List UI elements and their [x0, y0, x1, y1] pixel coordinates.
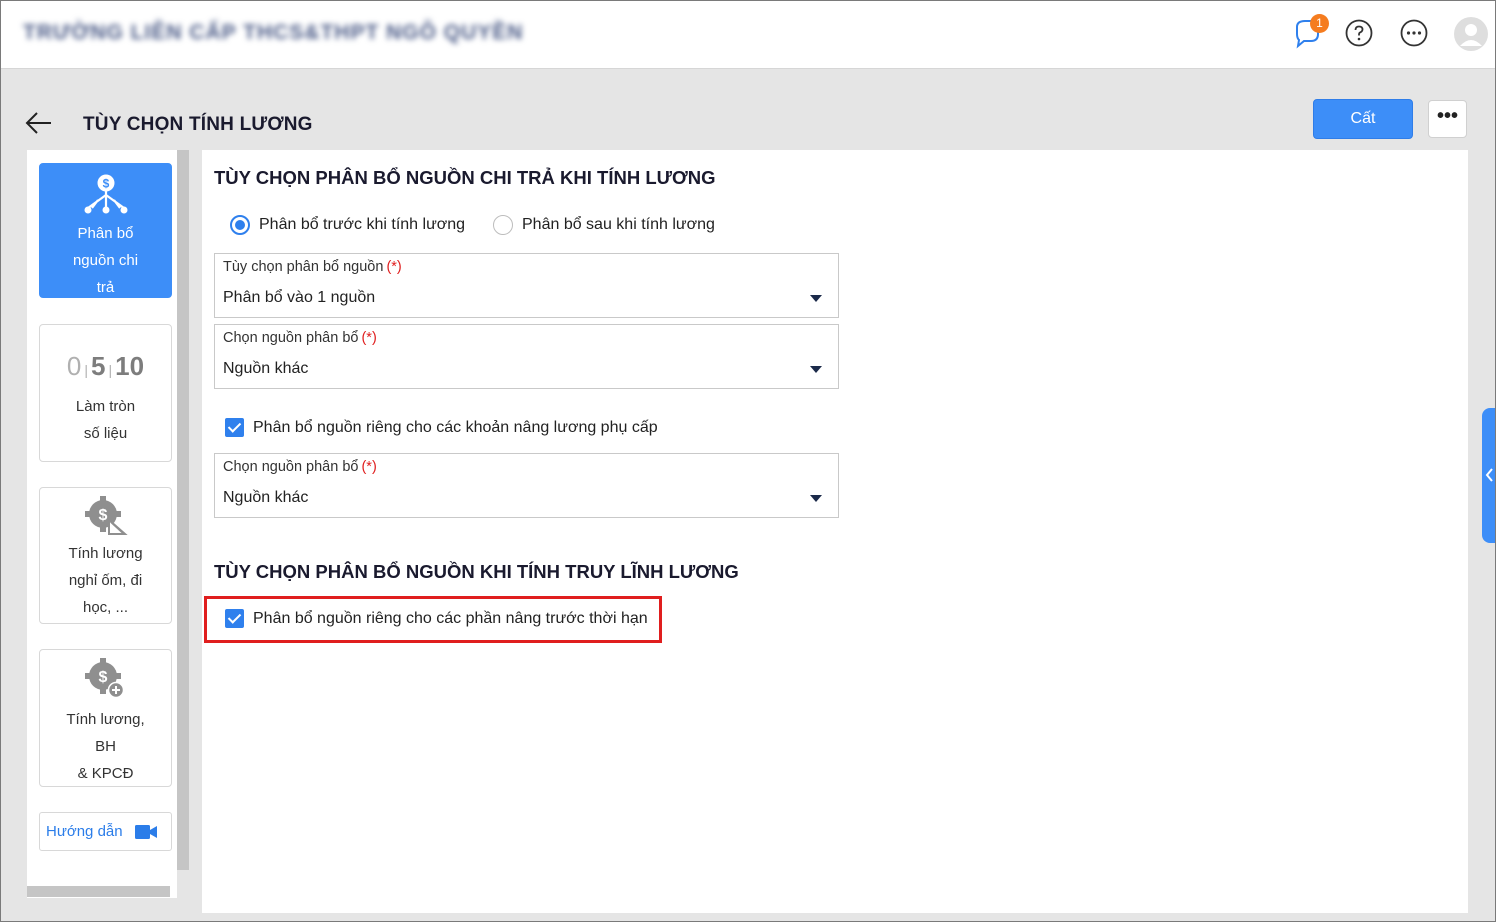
section-title-allocation: TÙY CHỌN PHÂN BỔ NGUỒN CHI TRẢ KHI TÍNH …: [214, 167, 716, 188]
chevron-left-icon: [1485, 468, 1493, 482]
save-button[interactable]: Cất: [1313, 99, 1413, 139]
section-title-back-pay: TÙY CHỌN PHÂN BỔ NGUỒN KHI TÍNH TRUY LĨN…: [214, 561, 739, 582]
chevron-down-icon[interactable]: [810, 495, 822, 502]
salary-insurance-icon: $: [84, 658, 124, 699]
guide-label: Hướng dẫn: [46, 823, 123, 840]
chevron-down-icon[interactable]: [810, 295, 822, 302]
top-bar: TRƯỜNG LIÊN CẤP THCS&THPT NGÔ QUYỀN 1: [1, 1, 1495, 69]
rounding-icon: 0 | 5 | 10: [66, 351, 145, 381]
sidebar-item-rounding[interactable]: 0 | 5 | 10 Làm tròn số liệu: [39, 324, 172, 462]
more-options-button[interactable]: •••: [1428, 100, 1467, 138]
salary-settings-icon: $: [84, 496, 128, 535]
field-value: Phân bổ vào 1 nguồn: [223, 289, 376, 306]
radio-allocate-after[interactable]: Phân bổ sau khi tính lương: [493, 215, 715, 235]
early-raise-checkbox[interactable]: Phân bổ nguồn riêng cho các phần nâng tr…: [225, 609, 648, 628]
allowance-source-select[interactable]: Chọn nguồn phân bổ (*) Nguồn khác: [214, 453, 839, 518]
back-arrow-icon[interactable]: [25, 110, 53, 136]
field-label: Tùy chọn phân bổ nguồn (*): [223, 259, 402, 275]
field-label: Chọn nguồn phân bổ (*): [223, 459, 377, 475]
field-value: Nguồn khác: [223, 360, 309, 377]
allocation-source-select[interactable]: Chọn nguồn phân bổ (*) Nguồn khác: [214, 324, 839, 389]
sidebar-horizontal-scrollbar[interactable]: [27, 886, 170, 897]
video-camera-icon: [135, 825, 157, 839]
sidebar-scrollbar[interactable]: [177, 150, 189, 870]
sidebar-item-label: Làm tròn số liệu: [75, 398, 136, 442]
svg-text:$: $: [98, 507, 107, 524]
radio-allocate-before[interactable]: Phân bổ trước khi tính lương: [230, 215, 465, 235]
chevron-down-icon[interactable]: [810, 366, 822, 373]
svg-text:$: $: [102, 177, 109, 191]
checkbox-checked-icon[interactable]: [225, 418, 244, 437]
checkbox-label: Phân bổ nguồn riêng cho các khoản nâng l…: [253, 418, 658, 436]
guide-button[interactable]: Hướng dẫn: [39, 812, 172, 851]
allocation-option-select[interactable]: Tùy chọn phân bổ nguồn (*) Phân bổ vào 1 …: [214, 253, 839, 318]
radio-label: Phân bổ trước khi tính lương: [259, 216, 466, 233]
radio-button-selected[interactable]: [230, 215, 250, 235]
sidebar-item-salary-insurance[interactable]: $ Tính lương, BH & KPCĐ: [39, 649, 172, 787]
user-avatar-icon[interactable]: [1453, 16, 1489, 52]
more-horizontal-icon[interactable]: [1398, 17, 1430, 49]
fund-allocation-icon: $: [84, 174, 127, 214]
sidebar-item-label: Tính lương nghỉ ốm, đi học, ...: [68, 545, 143, 616]
collapse-panel-tab[interactable]: [1482, 408, 1496, 543]
checkbox-label: Phân bổ nguồn riêng cho các phần nâng tr…: [253, 609, 648, 627]
sidebar-item-fund-allocation[interactable]: $ Phân bổ nguồn chi trả: [39, 163, 172, 298]
separate-allowance-checkbox[interactable]: Phân bổ nguồn riêng cho các khoản nâng l…: [225, 418, 658, 437]
sidebar-item-sick-leave-salary[interactable]: $ Tính lương nghỉ ốm, đi học, ...: [39, 487, 172, 624]
radio-button[interactable]: [493, 215, 513, 235]
page-title: TÙY CHỌN TÍNH LƯƠNG: [83, 114, 313, 135]
checkbox-checked-icon[interactable]: [225, 609, 244, 628]
sidebar-item-label: Phân bổ nguồn chi trả: [72, 225, 139, 296]
radio-label: Phân bổ sau khi tính lương: [522, 216, 715, 233]
organization-name: TRƯỜNG LIÊN CẤP THCS&THPT NGÔ QUYỀN: [23, 21, 524, 44]
field-value: Nguồn khác: [223, 489, 309, 506]
sidebar-item-label: Tính lương, BH & KPCĐ: [66, 711, 145, 782]
help-icon[interactable]: [1343, 17, 1375, 49]
notification-badge: 1: [1310, 14, 1329, 33]
svg-text:$: $: [98, 669, 107, 686]
field-label: Chọn nguồn phân bổ (*): [223, 330, 377, 346]
